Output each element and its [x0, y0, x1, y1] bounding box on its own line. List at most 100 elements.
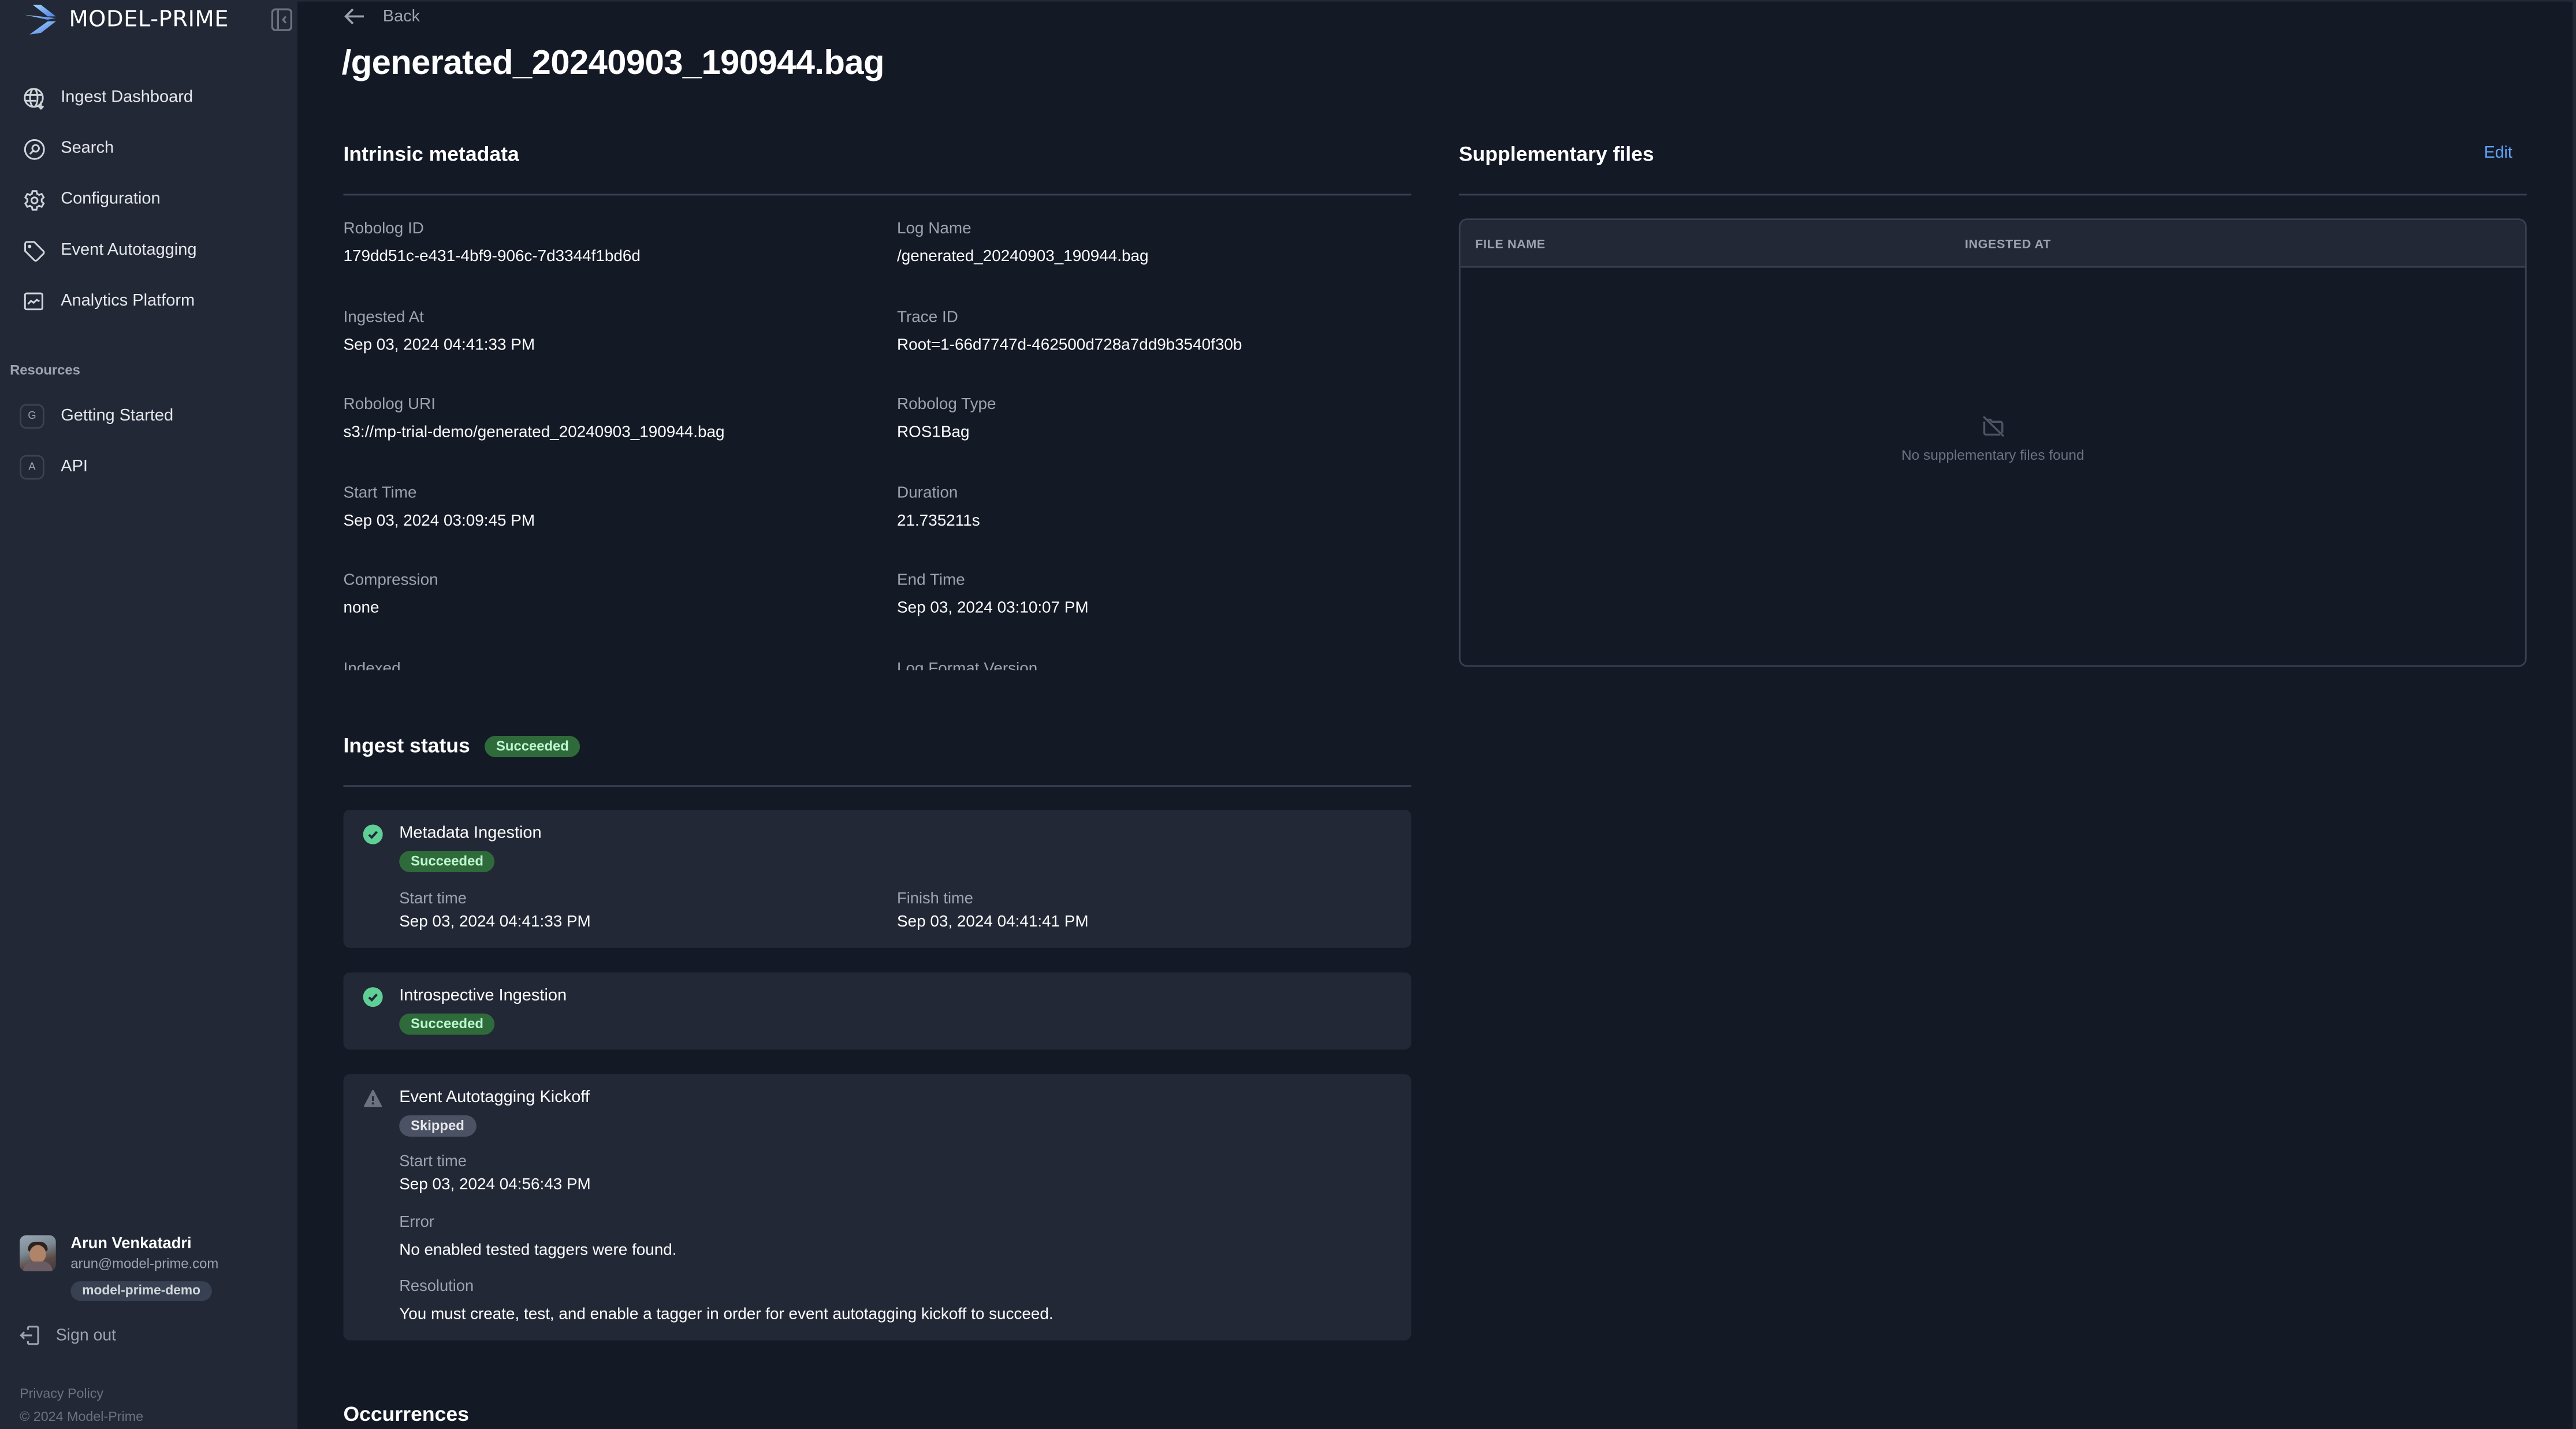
- field-label: Start time: [399, 1153, 467, 1171]
- back-button[interactable]: Back: [343, 5, 420, 28]
- column-header-ingested-at[interactable]: INGESTED AT: [1965, 236, 2051, 251]
- collapse-sidebar-button[interactable]: [271, 8, 293, 31]
- privacy-policy-link[interactable]: Privacy Policy: [20, 1386, 103, 1401]
- sign-out-label: Sign out: [55, 1326, 117, 1345]
- intrinsic-metadata-grid: Robolog ID 179dd51c-e431-4bf9-906c-7d334…: [343, 220, 1411, 670]
- meta-log-name: Log Name /generated_20240903_190944.bag: [897, 220, 1411, 267]
- section-divider: [1458, 193, 2527, 196]
- globe-download-icon: [21, 85, 46, 110]
- meta-trace-id: Trace ID Root=1-66d7747d-462500d728a7dd9…: [897, 309, 1411, 356]
- nav-item-configuration[interactable]: Configuration: [0, 174, 297, 225]
- user-name: Arun Venkatadri: [70, 1235, 192, 1253]
- step-title: Event Autotagging Kickoff: [399, 1089, 590, 1107]
- meta-label: Compression: [343, 571, 438, 590]
- field-value: Sep 03, 2024 04:41:41 PM: [897, 913, 1089, 932]
- meta-indexed: Indexed: [343, 660, 869, 670]
- resources-heading: Resources: [10, 361, 80, 378]
- resource-initial-badge: G: [20, 404, 44, 429]
- nav-label: Event Autotagging: [61, 241, 197, 260]
- meta-robolog-uri: Robolog URI s3://mp-trial-demo/generated…: [343, 396, 869, 443]
- meta-label: Trace ID: [897, 308, 958, 327]
- ingest-step-event-autotagging-kickoff: Event Autotagging Kickoff Skipped Start …: [343, 1074, 1412, 1341]
- meta-value: Sep 03, 2024 03:09:45 PM: [343, 512, 535, 531]
- step-status-badge: Succeeded: [399, 1013, 495, 1035]
- folder-off-icon: [1981, 414, 2005, 439]
- step-title: Metadata Ingestion: [399, 824, 542, 843]
- meta-end-time: End Time Sep 03, 2024 03:10:07 PM: [897, 572, 1411, 619]
- column-header-file-name[interactable]: FILE NAME: [1475, 236, 1546, 251]
- meta-value: Sep 03, 2024 03:10:07 PM: [897, 599, 1089, 618]
- meta-label: Robolog URI: [343, 396, 436, 414]
- meta-label: Start Time: [343, 484, 417, 503]
- check-circle-icon: [363, 987, 383, 1007]
- nav-item-search[interactable]: Search: [0, 123, 297, 174]
- meta-value: s3://mp-trial-demo/generated_20240903_19…: [343, 423, 725, 442]
- step-start-time: Start time Sep 03, 2024 04:56:43 PM: [399, 1153, 591, 1196]
- nav-item-ingest-dashboard[interactable]: Ingest Dashboard: [0, 72, 297, 123]
- section-divider: [343, 785, 1412, 787]
- supplementary-files-table: FILE NAME INGESTED AT No supplementary f…: [1458, 218, 2527, 667]
- resolution-message: You must create, test, and enable a tagg…: [399, 1305, 1054, 1324]
- meta-compression: Compression none: [343, 572, 869, 619]
- meta-label: Ingested At: [343, 308, 424, 327]
- nav-label: Analytics Platform: [61, 292, 195, 311]
- gear-icon: [21, 187, 46, 212]
- meta-label: Robolog ID: [343, 220, 424, 239]
- copyright-text: © 2024 Model-Prime: [20, 1409, 144, 1424]
- meta-label: Log Name: [897, 220, 971, 239]
- nav-item-event-autotagging[interactable]: Event Autotagging: [0, 225, 297, 276]
- meta-value: 179dd51c-e431-4bf9-906c-7d3344f1bd6d: [343, 248, 641, 266]
- field-label: Start time: [399, 890, 467, 909]
- meta-label: Indexed: [343, 660, 401, 671]
- chart-icon: [21, 289, 46, 314]
- meta-label: Robolog Type: [897, 396, 996, 414]
- meta-value: none: [343, 599, 379, 618]
- error-message: No enabled tested taggers were found.: [399, 1241, 677, 1260]
- resource-label: API: [61, 458, 88, 477]
- occurrences-heading: Occurrences: [343, 1402, 469, 1426]
- arrow-left-icon: [344, 8, 364, 25]
- field-label: Error: [399, 1214, 434, 1232]
- table-header: FILE NAME INGESTED AT: [1460, 220, 2525, 268]
- resource-getting-started[interactable]: G Getting Started: [0, 391, 297, 442]
- sign-out-button[interactable]: Sign out: [20, 1326, 116, 1345]
- overall-status-badge: Succeeded: [485, 735, 580, 757]
- resource-api[interactable]: A API: [0, 442, 297, 493]
- meta-duration: Duration 21.735211s: [897, 485, 1411, 532]
- user-profile[interactable]: Arun Venkatadri arun@model-prime.com mod…: [20, 1235, 218, 1303]
- sidebar: MODEL-PRIME Ingest Dashboard Search Conf…: [0, 0, 297, 1429]
- back-label: Back: [382, 7, 420, 26]
- tag-icon: [21, 238, 46, 263]
- nav-item-analytics-platform[interactable]: Analytics Platform: [0, 276, 297, 327]
- avatar: [20, 1235, 56, 1272]
- brand-logo[interactable]: MODEL-PRIME: [23, 3, 229, 36]
- meta-value: ROS1Bag: [897, 423, 970, 442]
- edit-supplementary-button[interactable]: Edit: [2484, 144, 2512, 162]
- user-email: arun@model-prime.com: [70, 1255, 219, 1272]
- empty-state: No supplementary files found: [1461, 414, 2525, 463]
- field-value: Sep 03, 2024 04:56:43 PM: [399, 1176, 591, 1194]
- meta-label: Duration: [897, 484, 958, 503]
- step-status-badge: Succeeded: [399, 851, 495, 873]
- org-chip[interactable]: model-prime-demo: [70, 1281, 212, 1301]
- nav-label: Configuration: [61, 190, 161, 209]
- meta-start-time: Start Time Sep 03, 2024 03:09:45 PM: [343, 485, 869, 532]
- page-title: /generated_20240903_190944.bag: [341, 44, 885, 83]
- step-status-badge: Skipped: [399, 1115, 476, 1137]
- field-label: Resolution: [399, 1278, 474, 1296]
- resources-list: G Getting Started A API: [0, 391, 297, 493]
- supplementary-files-heading: Supplementary files: [1458, 143, 1654, 166]
- meta-value: 21.735211s: [897, 512, 980, 531]
- meta-log-format-version: Log Format Version: [897, 660, 1411, 670]
- meta-robolog-type: Robolog Type ROS1Bag: [897, 396, 1411, 443]
- nav-label: Ingest Dashboard: [61, 88, 193, 107]
- intrinsic-metadata-heading: Intrinsic metadata: [343, 143, 519, 166]
- resource-initial-badge: A: [20, 455, 44, 480]
- empty-state-text: No supplementary files found: [1901, 446, 2084, 463]
- sidebar-collapse-icon: [271, 8, 293, 31]
- step-title: Introspective Ingestion: [399, 987, 567, 1006]
- meta-label: Log Format Version: [897, 660, 1038, 671]
- step-resolution: Resolution You must create, test, and en…: [399, 1278, 1053, 1325]
- ingest-step-metadata-ingestion: Metadata Ingestion Succeeded Start time …: [343, 809, 1412, 948]
- meta-robolog-id: Robolog ID 179dd51c-e431-4bf9-906c-7d334…: [343, 220, 869, 267]
